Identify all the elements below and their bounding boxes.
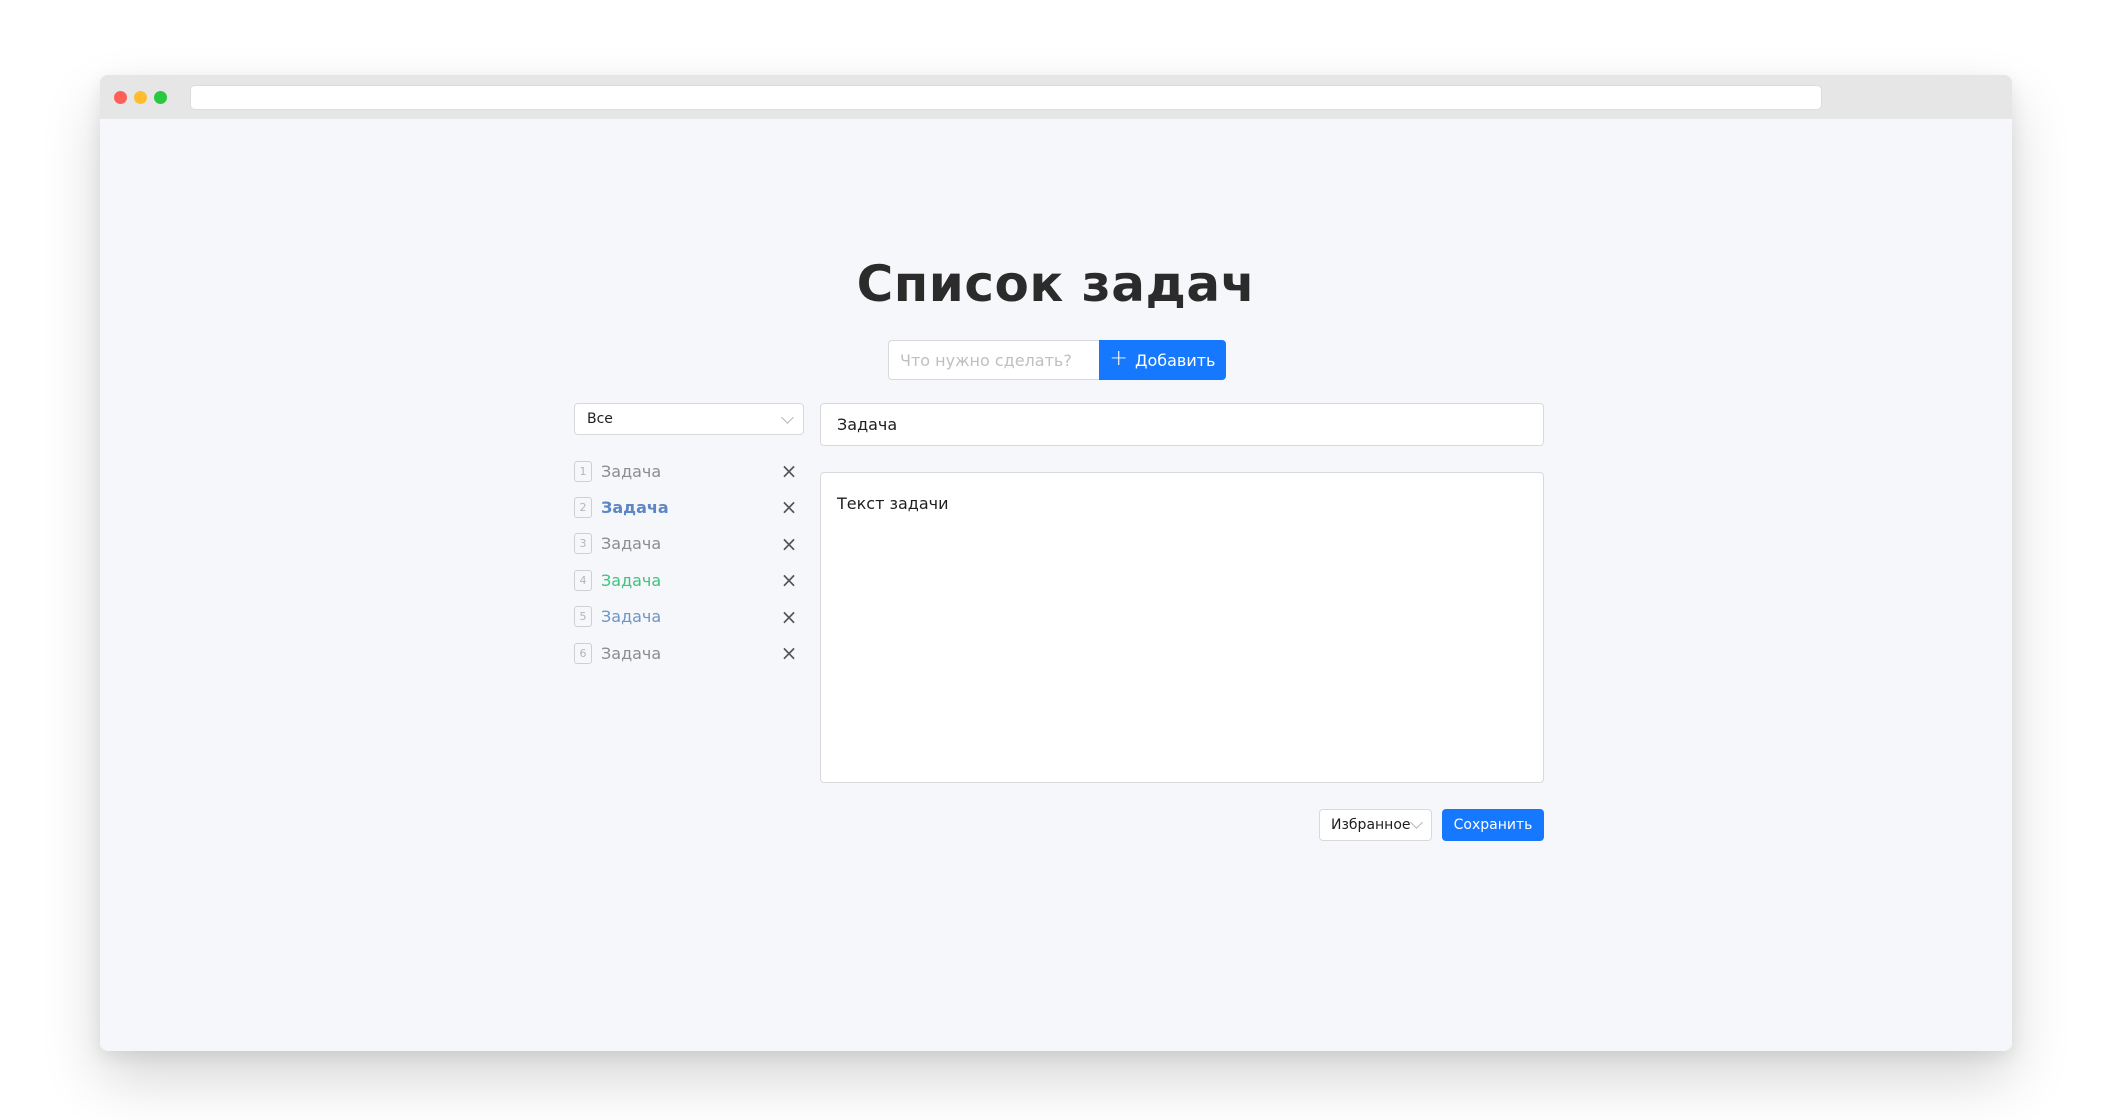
delete-task-icon[interactable]: × (780, 570, 798, 590)
task-number-badge: 2 (574, 497, 592, 519)
delete-task-icon[interactable]: × (780, 643, 798, 663)
task-item[interactable]: 3 Задача × (574, 526, 804, 562)
task-number-badge: 5 (574, 606, 592, 628)
plus-icon: + (1109, 346, 1128, 371)
delete-task-icon[interactable]: × (780, 534, 798, 554)
task-list: 1 Задача × 2 Задача × 3 Задача × 4 Задач… (574, 453, 804, 671)
task-text-area[interactable]: Текст задачи (820, 472, 1544, 783)
task-number-badge: 1 (574, 460, 592, 482)
browser-window: Список задач + Добавить Все 1 Задача × 2… (100, 75, 2012, 1051)
delete-task-icon[interactable]: × (780, 461, 798, 481)
category-selected-value: Избранное (1331, 817, 1411, 833)
delete-task-icon[interactable]: × (780, 607, 798, 627)
task-label[interactable]: Задача (601, 498, 669, 517)
address-bar[interactable] (190, 85, 1822, 110)
maximize-window-button[interactable] (154, 91, 167, 104)
chevron-down-icon (781, 411, 794, 424)
task-label[interactable]: Задача (601, 607, 661, 626)
add-task-label: Добавить (1134, 350, 1216, 370)
add-task-button[interactable]: + Добавить (1099, 340, 1226, 380)
chevron-down-icon (1410, 816, 1423, 829)
filter-selected-value: Все (587, 411, 613, 427)
task-number-badge: 6 (574, 642, 592, 664)
delete-task-icon[interactable]: × (780, 497, 798, 517)
minimize-window-button[interactable] (134, 91, 147, 104)
page-title: Список задач (856, 255, 1256, 313)
close-window-button[interactable] (114, 91, 127, 104)
task-number-badge: 3 (574, 533, 592, 555)
task-item[interactable]: 1 Задача × (574, 453, 804, 489)
new-task-input[interactable] (888, 340, 1100, 380)
save-button[interactable]: Сохранить (1442, 809, 1544, 841)
task-label[interactable]: Задача (601, 644, 661, 663)
task-item[interactable]: 2 Задача × (574, 489, 804, 525)
task-title-input[interactable] (820, 403, 1544, 446)
task-number-badge: 4 (574, 569, 592, 591)
task-label[interactable]: Задача (601, 571, 661, 590)
filter-select[interactable]: Все (574, 403, 804, 435)
task-item[interactable]: 5 Задача × (574, 599, 804, 635)
task-label[interactable]: Задача (601, 462, 661, 481)
task-item[interactable]: 6 Задача × (574, 635, 804, 671)
task-item[interactable]: 4 Задача × (574, 562, 804, 598)
task-label[interactable]: Задача (601, 534, 661, 553)
category-select[interactable]: Избранное (1319, 809, 1432, 841)
browser-titlebar (100, 75, 2012, 119)
